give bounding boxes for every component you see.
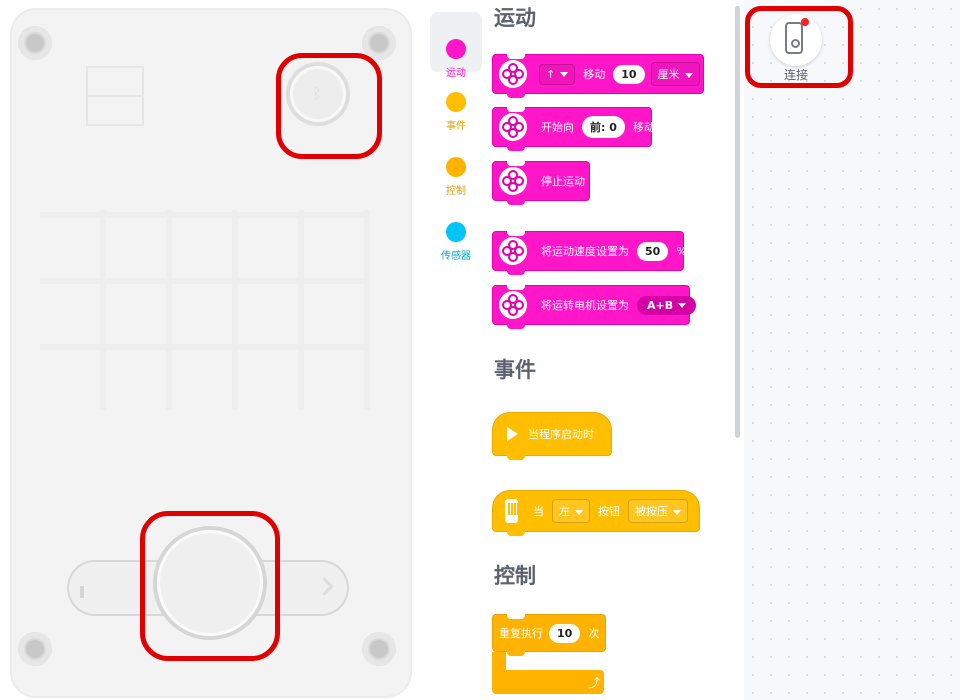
direction-dropdown[interactable]: ↑	[539, 63, 576, 85]
bluetooth-button-highlight	[276, 53, 382, 159]
block-start-move[interactable]: 开始向 前: 0 移动	[492, 107, 655, 151]
screw-bottom-left-icon	[18, 632, 52, 666]
category-control[interactable]: 控制	[430, 135, 482, 197]
block-label: 开始向	[541, 121, 574, 134]
hub-left-button[interactable]	[80, 586, 84, 598]
block-repeat[interactable]: 重复执行 10 次	[492, 614, 606, 656]
screw-bottom-right-icon	[362, 632, 396, 666]
motion-category-icon	[446, 39, 466, 59]
direction-input[interactable]: 前: 0	[582, 116, 625, 138]
block-move[interactable]: ↑ 移动 10 厘米	[492, 54, 704, 98]
section-title-motion: 运动	[494, 6, 536, 30]
unit-label: 次	[588, 627, 600, 640]
chevron-down-icon	[560, 72, 569, 77]
chevron-down-icon	[575, 509, 583, 515]
repeat-count-input[interactable]: 10	[549, 623, 581, 643]
block-set-motors[interactable]: 将运转电机设置为 A+B	[492, 285, 697, 329]
wheel-icon	[499, 167, 527, 195]
play-icon	[507, 427, 518, 441]
direction-value: ↑	[546, 67, 556, 81]
hub-icon	[505, 499, 518, 523]
wheel-icon	[499, 60, 527, 88]
block-label: 停止运动	[541, 175, 585, 188]
category-sensors[interactable]: 传感器	[430, 200, 482, 262]
chevron-down-icon	[678, 303, 687, 308]
section-title-events: 事件	[494, 358, 536, 382]
hub-image-panel: ᛒ	[0, 0, 424, 700]
center-button-highlight	[140, 511, 280, 661]
code-workspace[interactable]	[744, 0, 960, 700]
motor-pair-dropdown[interactable]: A+B	[637, 295, 697, 315]
category-motion[interactable]: 运动	[430, 12, 482, 79]
block-label: 移动	[583, 68, 606, 81]
wheel-icon	[499, 291, 527, 319]
category-label: 事件	[446, 121, 466, 132]
block-stop[interactable]: 停止运动	[492, 161, 590, 205]
loop-arrow-icon: ⤴	[588, 676, 601, 690]
state-value: 被按压	[635, 505, 668, 518]
unit-dropdown[interactable]: 厘米	[650, 62, 700, 86]
screw-top-left-icon	[18, 26, 52, 60]
hub-status-light	[86, 66, 144, 126]
chevron-down-icon	[673, 509, 681, 515]
unit-label: %	[676, 244, 687, 258]
block-palette: 运动 事件 控制	[486, 0, 736, 700]
category-label: 传感器	[441, 251, 471, 262]
chevron-down-icon	[684, 72, 693, 78]
speed-input[interactable]: 50	[637, 241, 669, 261]
section-title-control: 控制	[494, 564, 536, 588]
wheel-icon	[499, 237, 527, 265]
block-label: 移动	[632, 121, 655, 134]
block-label: 当	[533, 505, 544, 518]
category-events[interactable]: 事件	[430, 70, 482, 132]
category-rail: 运动 事件 控制 传感器	[424, 0, 486, 700]
hub-light-matrix	[40, 210, 370, 410]
side-dropdown[interactable]: 左	[552, 499, 590, 523]
block-label: 重复执行	[499, 627, 543, 640]
block-label: 将运动速度设置为	[541, 245, 629, 258]
side-value: 左	[559, 505, 570, 518]
distance-input[interactable]: 10	[613, 64, 645, 84]
palette-scrollbar[interactable]	[735, 6, 740, 438]
motor-pair-value: A+B	[647, 298, 674, 312]
wheel-icon	[499, 113, 527, 141]
events-category-icon	[446, 92, 466, 112]
connect-button-highlight	[745, 6, 853, 88]
block-set-speed[interactable]: 将运动速度设置为 50 %	[492, 231, 687, 275]
sensors-category-icon	[446, 222, 466, 242]
control-category-icon	[446, 157, 466, 177]
block-when-program-starts[interactable]: 当程序启动时	[492, 412, 612, 460]
state-dropdown[interactable]: 被按压	[628, 499, 688, 523]
category-label: 控制	[446, 186, 466, 197]
block-label: 当程序启动时	[528, 428, 594, 441]
unit-value: 厘米	[657, 68, 680, 81]
block-when-button-pressed[interactable]: 当 左 按钮 被按压	[492, 490, 700, 536]
block-label: 按钮	[598, 505, 620, 518]
block-label: 将运转电机设置为	[541, 299, 629, 312]
